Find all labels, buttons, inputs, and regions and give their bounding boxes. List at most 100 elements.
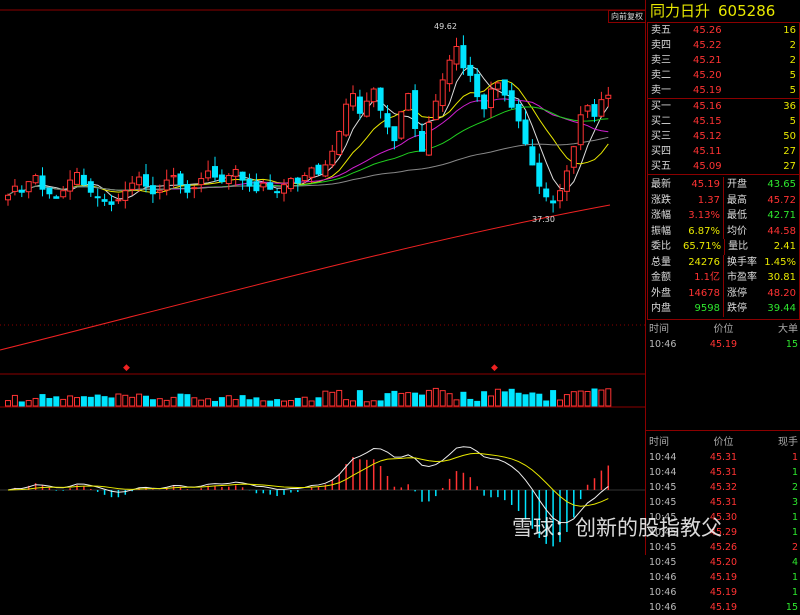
volume-bar bbox=[39, 394, 46, 407]
tick-row: 10:46 45.19 15 bbox=[646, 600, 800, 615]
volume-bar bbox=[446, 393, 453, 407]
candle-body bbox=[177, 173, 184, 186]
candle-body bbox=[191, 187, 198, 190]
tick-volume: 1 bbox=[791, 451, 799, 463]
volume-bar bbox=[419, 394, 425, 407]
book-row[interactable]: 卖四 45.22 2 bbox=[648, 38, 799, 53]
candle-body bbox=[474, 73, 481, 98]
bid-book: 买一 45.16 36 买二 45.15 5 买三 45.12 50 买四 45.11 27 买五 45.… bbox=[647, 99, 800, 175]
quote-value: 45.72 bbox=[767, 194, 796, 206]
quote-label: 最新 bbox=[651, 179, 671, 190]
book-row[interactable]: 卖二 45.20 5 bbox=[648, 68, 799, 83]
tick-time: 10:44 bbox=[649, 451, 677, 463]
candle-body bbox=[101, 199, 108, 202]
stock-code: 605286 bbox=[718, 2, 776, 20]
volume-bar bbox=[343, 399, 350, 407]
tick-volume: 15 bbox=[785, 338, 799, 350]
tick-price: 45.31 bbox=[709, 496, 738, 508]
tick-price: 45.19 bbox=[709, 571, 738, 583]
marker-icon: ◆ bbox=[491, 363, 498, 373]
book-row[interactable]: 买二 45.15 5 bbox=[648, 114, 799, 129]
tick-price: 45.19 bbox=[709, 338, 738, 350]
low-label: 37.30 bbox=[532, 215, 555, 224]
volume-bar bbox=[398, 392, 405, 407]
volume-bar bbox=[536, 393, 543, 407]
quote-value: 1.1亿 bbox=[694, 272, 720, 283]
volume-bar bbox=[350, 400, 356, 407]
candle-body bbox=[301, 175, 308, 182]
book-price: 45.16 bbox=[693, 101, 722, 112]
volume-bar bbox=[329, 391, 336, 407]
volume-bar bbox=[605, 388, 612, 407]
book-price: 45.19 bbox=[693, 85, 722, 96]
quote-row: 涨幅 3.13% 最低 42.71 bbox=[648, 208, 799, 224]
tick-time: 10:44 bbox=[649, 466, 677, 478]
candle-body bbox=[129, 182, 136, 190]
volume-bar bbox=[170, 396, 177, 407]
quote-label: 均价 bbox=[727, 225, 747, 237]
volume-bar bbox=[87, 396, 94, 407]
candle-body bbox=[122, 190, 129, 201]
book-row[interactable]: 买五 45.09 27 bbox=[648, 159, 799, 174]
volume-bar bbox=[584, 390, 591, 407]
volume-bar bbox=[115, 393, 122, 407]
candle-body bbox=[536, 162, 543, 187]
column-header: 现手 bbox=[778, 436, 799, 448]
volume-bar bbox=[522, 394, 529, 407]
tick-row: 10:45 45.20 4 bbox=[646, 555, 800, 570]
book-level: 买四 bbox=[651, 146, 671, 157]
candle-body bbox=[453, 46, 460, 65]
book-row[interactable]: 卖五 45.26 16 bbox=[648, 23, 799, 38]
candle-body bbox=[584, 105, 591, 112]
candle-body bbox=[184, 184, 191, 193]
volume-bar bbox=[239, 395, 246, 407]
quote-value: 45.19 bbox=[691, 179, 720, 190]
column-header: 价位 bbox=[713, 323, 734, 335]
volume-bar bbox=[384, 393, 391, 407]
volume-bar bbox=[67, 395, 74, 407]
candle-body bbox=[363, 100, 370, 117]
adjust-button[interactable]: 向前复权 bbox=[608, 10, 646, 23]
book-level: 买一 bbox=[651, 101, 671, 112]
quote-value: 9598 bbox=[694, 303, 720, 314]
candle-body bbox=[425, 121, 432, 156]
book-volume: 5 bbox=[789, 85, 796, 96]
book-volume: 5 bbox=[789, 116, 796, 127]
volume-bar bbox=[80, 396, 87, 407]
volume-bar bbox=[122, 394, 129, 407]
volume-bar bbox=[108, 397, 115, 407]
candle-body bbox=[501, 79, 508, 96]
volume-bar bbox=[18, 401, 25, 407]
book-row[interactable]: 卖一 45.19 5 bbox=[648, 83, 799, 98]
kline-chart[interactable]: ◆ ◆ bbox=[0, 0, 645, 555]
candle-body bbox=[405, 93, 412, 111]
candle-body bbox=[274, 191, 281, 194]
volume-bar bbox=[391, 390, 398, 407]
candle-body bbox=[246, 178, 253, 187]
quote-label: 量比 bbox=[728, 241, 749, 252]
candle-body bbox=[508, 90, 515, 108]
candle-body bbox=[577, 114, 584, 146]
book-volume: 27 bbox=[783, 161, 796, 172]
book-row[interactable]: 买一 45.16 36 bbox=[648, 99, 799, 114]
candle-body bbox=[598, 99, 605, 117]
volume-bar bbox=[163, 399, 170, 407]
tick-volume: 2 bbox=[791, 541, 799, 553]
book-row[interactable]: 买四 45.11 27 bbox=[648, 144, 799, 159]
candle-body bbox=[391, 126, 398, 142]
quote-value: 14678 bbox=[688, 287, 720, 299]
column-header: 价位 bbox=[713, 436, 734, 448]
volume-bar bbox=[246, 399, 253, 407]
tick-volume: 1 bbox=[791, 526, 799, 538]
tick-row: 10:44 45.31 1 bbox=[646, 465, 800, 480]
quote-label: 涨停 bbox=[727, 287, 747, 299]
volume-bar bbox=[60, 398, 67, 407]
book-price: 45.12 bbox=[693, 131, 722, 142]
volume-bar bbox=[405, 392, 412, 407]
volume-bar bbox=[94, 394, 101, 407]
book-row[interactable]: 卖三 45.21 2 bbox=[648, 53, 799, 68]
tick-row: 10:46 45.19 1 bbox=[646, 570, 800, 585]
book-level: 卖二 bbox=[651, 70, 671, 81]
volume-bar bbox=[260, 400, 267, 407]
book-row[interactable]: 买三 45.12 50 bbox=[648, 129, 799, 144]
